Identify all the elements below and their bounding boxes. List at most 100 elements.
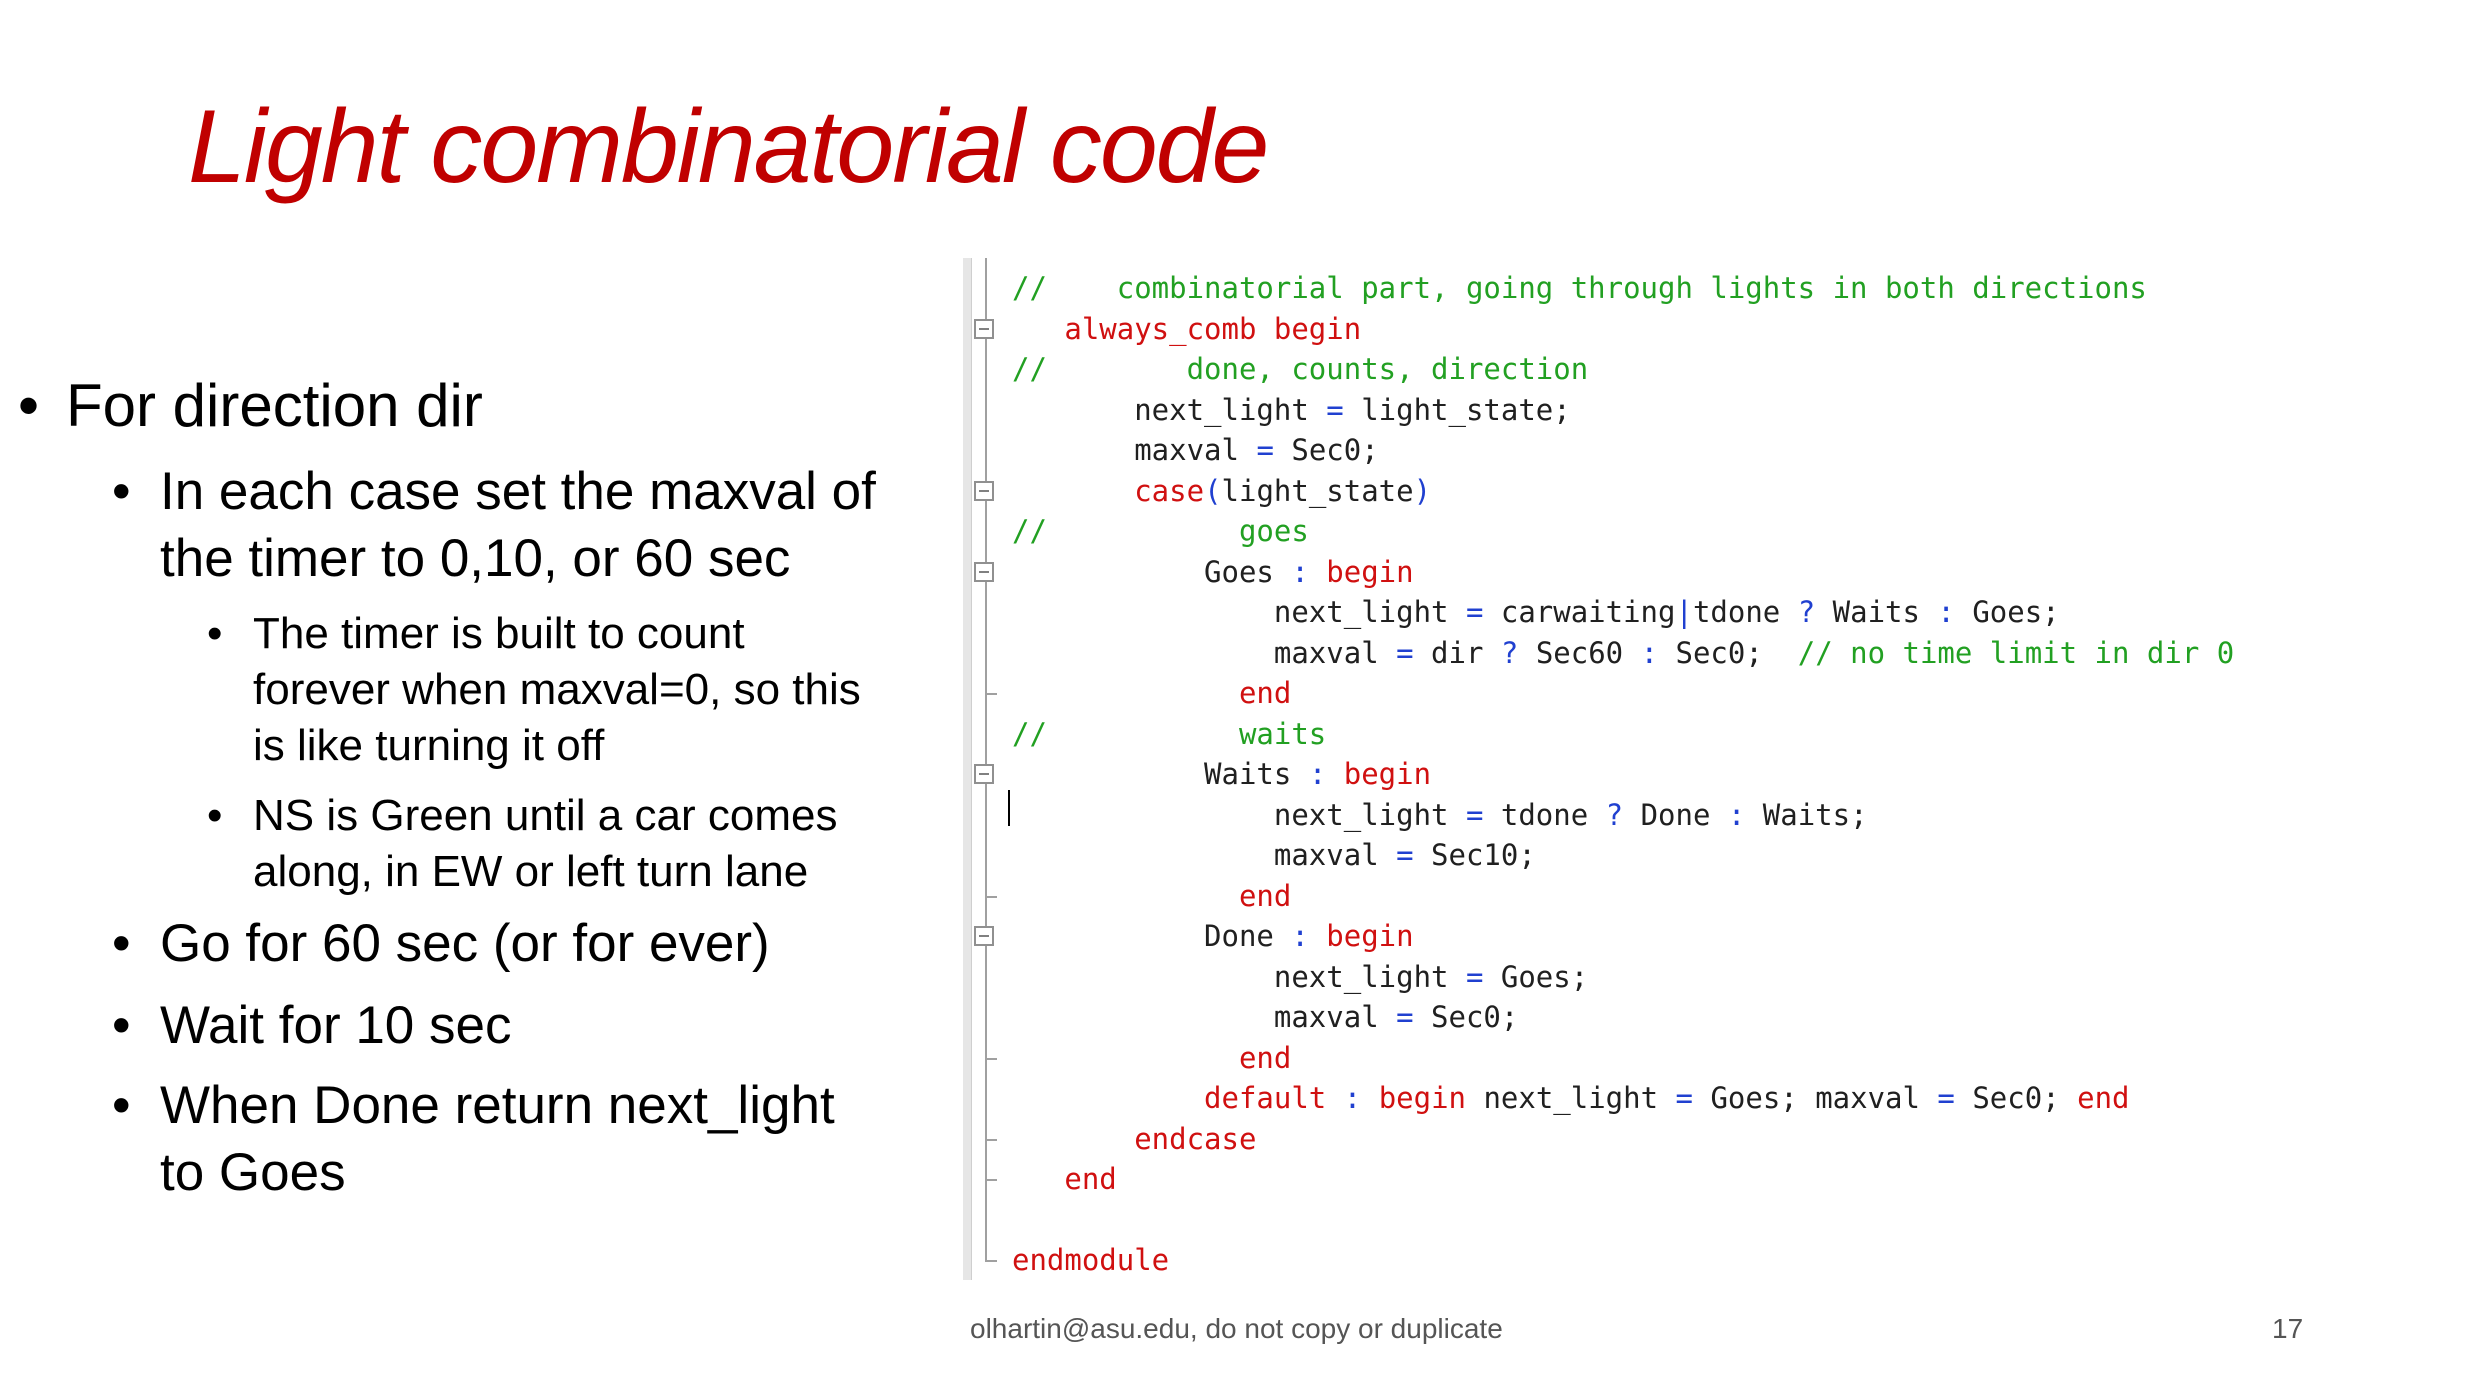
code-token: Sec10; (1413, 838, 1536, 872)
fold-end-tick (985, 1260, 997, 1262)
slide-title: Light combinatorial code (188, 89, 1269, 205)
code-line: always_comb begin (1012, 309, 1361, 349)
code-token: begin (1326, 919, 1414, 953)
code-token: Waits; (1745, 797, 1868, 832)
code-token: next_light (1012, 392, 1327, 427)
bullet-dot: • (112, 996, 131, 1055)
code-line: endmodule (1012, 1240, 1169, 1280)
code-token: maxval (1012, 1000, 1397, 1034)
code-token: Waits (1012, 757, 1309, 791)
text-cursor (1008, 790, 1010, 826)
bullet-item-level-2: • In each case set the maxval of the timer… (112, 458, 876, 592)
code-token: = (1256, 433, 1274, 467)
code-line: end (1012, 673, 1291, 713)
code-token: Done (1623, 797, 1728, 832)
code-token: begin (1343, 757, 1432, 791)
code-token: = (1396, 838, 1414, 872)
fold-end-tick (985, 895, 997, 898)
bullet-dot: • (207, 609, 223, 658)
code-line: // combinatorial part, going through lig… (1012, 268, 2147, 308)
fold-end-tick (985, 1057, 997, 1060)
code-line: next_light = Goes; (1012, 957, 1588, 997)
fold-collapse-icon[interactable] (974, 764, 994, 784)
footer-text: olhartin@asu.edu, do not copy or duplica… (970, 1313, 1503, 1344)
bullet-text-line: NS is Green until a car comes (253, 791, 838, 840)
fold-end-tick (985, 1138, 997, 1141)
code-token: // goes (1012, 514, 1309, 548)
code-token: : (1308, 757, 1327, 791)
bullet-item-level-2: • When Done return next_lightto Goes (112, 1072, 835, 1206)
code-token: end (2077, 1081, 2130, 1115)
bullet-dot: • (112, 462, 131, 521)
bullet-text-line: forever when maxval=0, so this (253, 665, 861, 714)
bullet-text-line: The timer is built to count (253, 609, 745, 658)
bullet-text-line: Wait for 10 sec (160, 996, 512, 1055)
code-token: // combinatorial part, going through lig… (1012, 271, 2147, 305)
code-token: ? (1797, 595, 1816, 629)
code-token: maxval (1012, 635, 1397, 670)
code-line: end (1012, 1038, 1291, 1078)
code-token: always_comb begin (1012, 311, 1362, 346)
bullet-dot: • (112, 1076, 131, 1135)
code-token: begin (1326, 554, 1414, 589)
code-token: next_light (1012, 595, 1466, 629)
code-token: default (1012, 1081, 1327, 1115)
code-token: next_light (1012, 797, 1466, 832)
code-line: end (1012, 1159, 1116, 1199)
code-line: maxval = Sec0; (1012, 997, 1518, 1037)
code-token: Sec0; (1954, 1081, 2078, 1115)
code-line: next_light = carwaiting|tdone ? Waits : … (1012, 592, 2060, 632)
code-token: tdone (1692, 595, 1798, 629)
page-number: 17 (2272, 1313, 2304, 1344)
code-line: maxval = Sec10; (1012, 835, 1536, 875)
code-line: maxval = dir ? Sec60 : Sec0; // no time … (1012, 633, 2234, 673)
fold-collapse-icon[interactable] (974, 561, 994, 582)
code-line: // done, counts, direction (1012, 349, 1588, 389)
fold-collapse-icon[interactable] (974, 480, 994, 501)
bullet-text-line: to Goes (160, 1143, 346, 1202)
code-line: case(light_state) (1012, 471, 1431, 511)
code-token: ? (1605, 797, 1624, 832)
code-token: next_light (1466, 1081, 1676, 1115)
code-token: = (1396, 1000, 1414, 1034)
code-token: Waits (1815, 595, 1938, 629)
bullet-item-level-3: • The timer is built to count forever when… (207, 606, 861, 774)
fold-end-tick (985, 1179, 997, 1181)
code-token: case (1012, 473, 1205, 508)
fold-collapse-icon[interactable] (974, 926, 994, 946)
bullet-text-line: When Done return next_light (160, 1076, 835, 1135)
code-token: | (1675, 595, 1693, 629)
code-token: Goes; maxval (1692, 1081, 1938, 1115)
code-token: Sec0; (1413, 1000, 1519, 1034)
code-token: light_state; (1343, 392, 1571, 427)
code-token: : (1937, 595, 1955, 629)
bullet-item-level-2: • Go for 60 sec (or for ever) (112, 910, 770, 977)
code-line: end (1012, 876, 1291, 916)
code-token: = (1937, 1081, 1955, 1115)
code-token: Goes (1012, 554, 1292, 589)
code-token: = (1396, 635, 1414, 670)
code-token: next_light (1012, 959, 1466, 994)
code-token: end (1012, 878, 1292, 913)
code-token: = (1675, 1081, 1693, 1115)
code-token: // no time limit in dir 0 (1797, 635, 2235, 670)
code-token: Done (1012, 919, 1292, 953)
fold-collapse-icon[interactable] (974, 318, 994, 339)
code-token: tdone (1483, 797, 1606, 832)
code-token: end (1012, 1040, 1292, 1075)
code-token: // waits (1012, 716, 1327, 751)
bullet-text-line: In each case set the maxval of (160, 462, 876, 521)
code-line: maxval = Sec0; (1012, 430, 1378, 470)
code-line: // goes (1012, 511, 1309, 551)
code-token: ) (1413, 473, 1432, 508)
code-token: end (1012, 676, 1292, 710)
code-line: endcase (1012, 1119, 1256, 1159)
code-token: dir (1413, 635, 1501, 670)
bullet-text-line: the timer to 0,10, or 60 sec (160, 529, 791, 588)
code-token: endmodule (1012, 1243, 1170, 1277)
bullet-dot: • (112, 914, 131, 973)
bullet-dot: • (18, 372, 40, 439)
